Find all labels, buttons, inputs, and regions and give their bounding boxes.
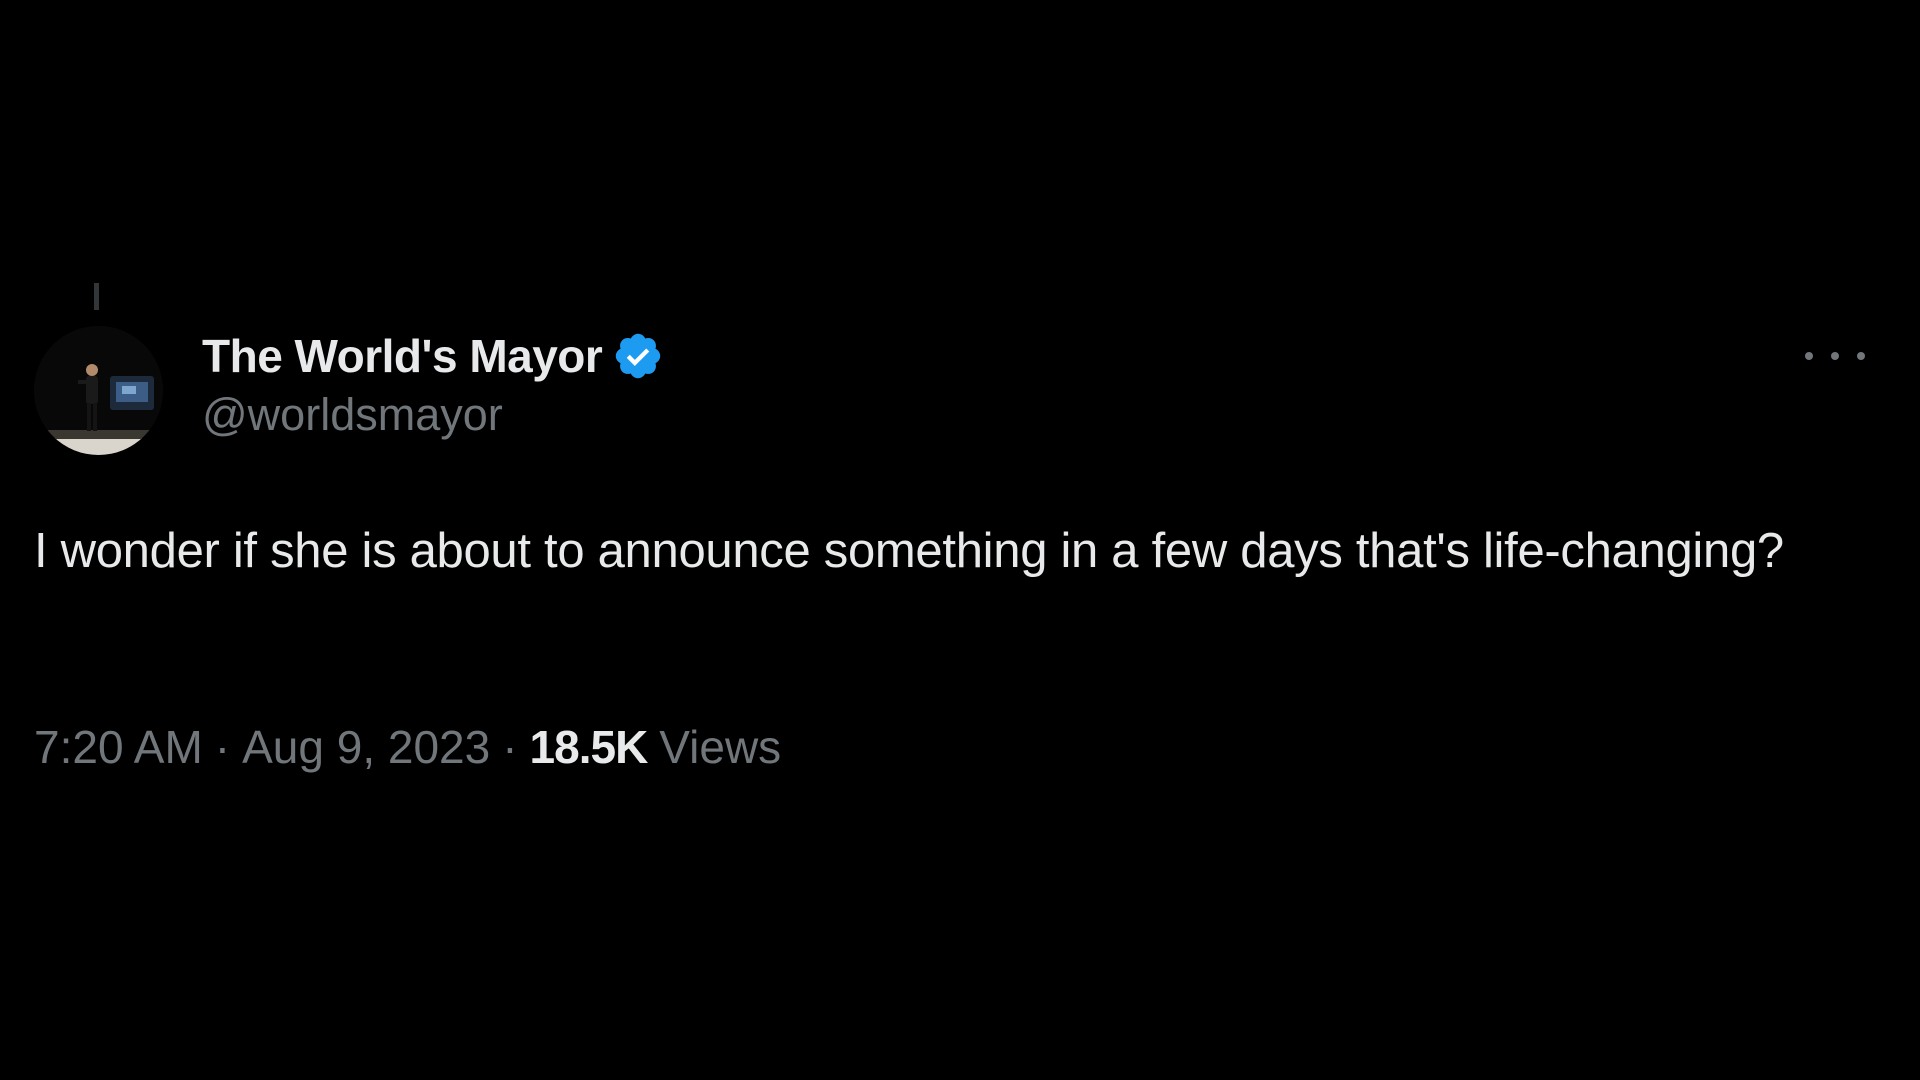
tweet-text: I wonder if she is about to announce som… <box>34 524 1784 578</box>
tweet-header: The World's Mayor @worldsmayor <box>202 324 664 454</box>
tweet-meta: 7:20 AM · Aug 9, 2023 · 18.5K Views <box>34 720 781 774</box>
views-label: Views <box>659 721 782 773</box>
author-display-name[interactable]: The World's Mayor <box>202 329 603 383</box>
tweet-date[interactable]: Aug 9, 2023 <box>242 720 490 774</box>
views-count[interactable]: 18.5K <box>530 720 649 774</box>
more-horizontal-icon-dot <box>1831 352 1839 360</box>
more-horizontal-icon-dot <box>1805 352 1813 360</box>
avatar[interactable] <box>34 326 163 455</box>
author-handle[interactable]: @worldsmayor <box>202 389 664 441</box>
name-row: The World's Mayor <box>202 324 664 388</box>
meta-separator: · <box>502 721 518 773</box>
more-options-button[interactable] <box>1805 338 1865 374</box>
more-horizontal-icon-dot <box>1857 352 1865 360</box>
thread-connector-line <box>94 283 99 310</box>
profile-photo-icon <box>34 326 163 455</box>
verified-badge-icon[interactable] <box>612 330 664 382</box>
meta-separator: · <box>214 721 231 773</box>
tweet-time[interactable]: 7:20 AM <box>34 720 203 774</box>
tweet: The World's Mayor @worldsmayor I wonder … <box>0 0 1920 1080</box>
